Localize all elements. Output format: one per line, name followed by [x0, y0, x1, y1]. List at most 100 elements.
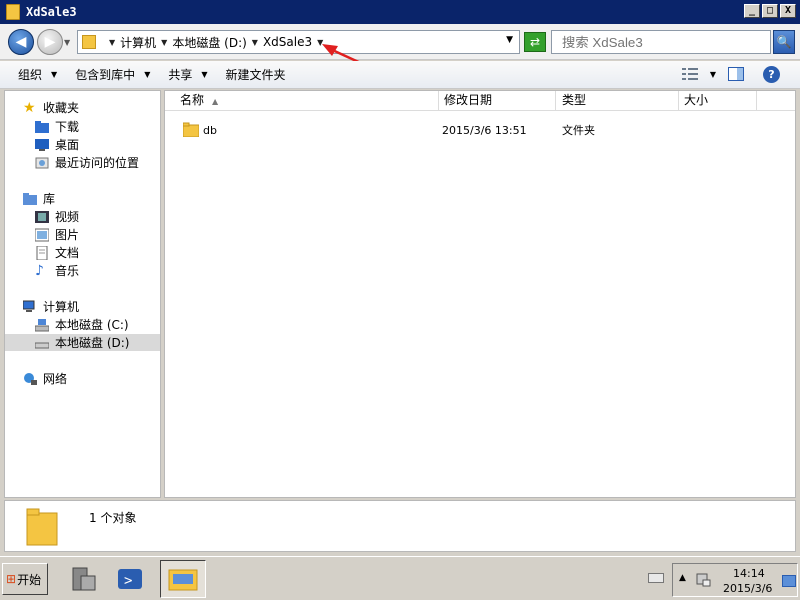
item-count: 1 个对象 — [89, 511, 137, 525]
maximize-button[interactable]: □ — [762, 4, 778, 18]
back-button[interactable]: ◀ — [8, 29, 34, 55]
start-button[interactable]: ⊞ 开始 — [2, 563, 48, 595]
breadcrumb-separator[interactable]: ▼ — [252, 38, 258, 47]
window-controls: _ □ X — [744, 4, 796, 18]
computer-icon — [23, 300, 35, 312]
network-icon — [24, 372, 37, 385]
clock-time[interactable]: 14:14 — [733, 567, 765, 580]
nav-favorites[interactable]: ★ 收藏夹 — [23, 99, 79, 116]
table-row[interactable]: db 2015/3/6 13:51 文件夹 — [165, 121, 795, 139]
column-header-name[interactable]: 名称 ▲ — [165, 91, 439, 111]
recent-places-icon — [35, 157, 49, 168]
pictures-icon — [35, 228, 49, 241]
include-in-library-label: 包含到库中 — [75, 68, 136, 82]
show-desktop-icon[interactable] — [782, 575, 796, 587]
command-bar: 组织 ▼ 包含到库中 ▼ 共享 ▼ 新建文件夹 ▼ ? — [0, 61, 800, 89]
folder-icon — [183, 122, 199, 137]
column-header-size[interactable]: 大小 — [679, 91, 757, 111]
search-button[interactable]: 🔍 — [773, 30, 795, 54]
column-modified-label: 修改日期 — [444, 93, 493, 107]
column-header-modified[interactable]: 修改日期 — [439, 91, 556, 111]
clock-date[interactable]: 2015/3/6 — [723, 582, 772, 595]
windows-logo-icon: ⊞ — [6, 572, 17, 586]
libraries-icon — [23, 192, 37, 205]
search-input[interactable] — [551, 30, 771, 54]
nav-network[interactable]: 网络 — [23, 370, 67, 387]
folder-icon — [82, 35, 96, 49]
help-icon[interactable]: ? — [763, 66, 780, 83]
folder-icon — [6, 4, 20, 20]
start-label: 开始 — [17, 572, 42, 587]
system-drive-icon — [35, 318, 49, 331]
nav-recent-places[interactable]: 最近访问的位置 — [35, 154, 139, 171]
nav-videos[interactable]: 视频 — [35, 208, 79, 225]
breadcrumb-separator[interactable]: ▼ — [161, 38, 167, 47]
explorer-icon — [168, 569, 198, 591]
breadcrumb-separator[interactable]: ▼ — [109, 38, 115, 47]
forward-button[interactable]: ▶ — [37, 29, 63, 55]
file-modified: 2015/3/6 13:51 — [442, 123, 527, 137]
organize-menu[interactable]: 组织 ▼ — [18, 66, 57, 83]
nav-drive-d[interactable]: 本地磁盘 (D:) — [5, 334, 160, 351]
window-title: XdSale3 — [26, 5, 77, 19]
music-note-icon: ♪ — [35, 262, 44, 279]
file-list: 名称 ▲ 修改日期 类型 大小 db 2015/3/6 13:51 文件夹 — [164, 90, 796, 498]
nav-label: 文档 — [55, 246, 80, 260]
nav-libraries[interactable]: 库 — [23, 190, 55, 207]
nav-drive-c[interactable]: 本地磁盘 (C:) — [35, 316, 129, 333]
breadcrumb-drive-d[interactable]: 本地磁盘 (D:) — [172, 34, 246, 51]
chevron-down-icon: ▼ — [144, 70, 151, 79]
chevron-down-icon: ▼ — [51, 70, 58, 79]
nav-music[interactable]: ♪ 音乐 — [35, 262, 79, 279]
navigation-pane: ★ 收藏夹 下载 桌面 最近访问的位置 库 视频 图片 文档 ♪ 音乐 计算机 … — [4, 90, 161, 498]
nav-label: 桌面 — [55, 138, 80, 152]
nav-label: 收藏夹 — [43, 101, 80, 115]
taskbar-powershell[interactable]: > — [110, 560, 150, 598]
nav-label: 视频 — [55, 210, 80, 224]
new-folder-button[interactable]: 新建文件夹 — [226, 66, 286, 83]
column-headers: 名称 ▲ 修改日期 类型 大小 — [165, 91, 795, 111]
share-menu[interactable]: 共享 ▼ — [168, 66, 207, 83]
taskbar-explorer[interactable] — [160, 560, 206, 598]
nav-label: 网络 — [43, 372, 68, 386]
nav-label: 音乐 — [55, 264, 80, 278]
recent-pages-dropdown[interactable]: ▼ — [64, 38, 70, 47]
svg-text:>: > — [124, 573, 132, 589]
nav-label: 计算机 — [43, 300, 80, 314]
nav-label: 本地磁盘 (D:) — [55, 336, 130, 350]
network-status-icon[interactable] — [695, 572, 711, 588]
title-bar: XdSale3 _ □ X — [0, 0, 800, 24]
nav-desktop[interactable]: 桌面 — [35, 136, 79, 153]
powershell-icon: > — [118, 569, 142, 589]
nav-label: 最近访问的位置 — [55, 156, 140, 170]
taskbar: ⊞ 开始 > ▲ 14:14 2015/3/6 — [0, 556, 800, 600]
organize-label: 组织 — [18, 68, 43, 82]
nav-label: 库 — [43, 192, 56, 206]
desktop-icon — [35, 138, 49, 151]
taskbar-server-manager[interactable] — [64, 560, 104, 598]
keyboard-icon[interactable] — [648, 571, 664, 585]
documents-icon — [36, 245, 48, 260]
minimize-button[interactable]: _ — [744, 4, 760, 18]
nav-downloads[interactable]: 下载 — [35, 118, 79, 135]
column-header-type[interactable]: 类型 — [556, 91, 679, 111]
chevron-down-icon: ▼ — [201, 70, 208, 79]
breadcrumb-computer[interactable]: 计算机 — [120, 34, 156, 51]
nav-pictures[interactable]: 图片 — [35, 226, 79, 243]
folder-icon — [26, 508, 58, 546]
preview-pane-icon[interactable] — [728, 67, 744, 81]
new-folder-label: 新建文件夹 — [225, 68, 286, 82]
view-options-icon[interactable] — [681, 67, 698, 81]
show-hidden-icons-button[interactable]: ▲ — [679, 573, 686, 583]
breadcrumb-xdsale3[interactable]: XdSale3 — [263, 35, 312, 49]
nav-documents[interactable]: 文档 — [35, 244, 79, 261]
address-bar[interactable]: ▼ 计算机 ▼ 本地磁盘 (D:) ▼ XdSale3 ▼ ▼ — [77, 30, 520, 54]
chevron-down-icon[interactable]: ▼ — [710, 70, 716, 79]
nav-computer[interactable]: 计算机 — [23, 298, 79, 315]
address-dropdown-button[interactable]: ▼ — [506, 35, 513, 45]
include-in-library-menu[interactable]: 包含到库中 ▼ — [75, 66, 150, 83]
column-type-label: 类型 — [562, 93, 587, 107]
refresh-button[interactable]: ⇄ — [524, 32, 546, 52]
close-button[interactable]: X — [780, 4, 796, 18]
nav-label: 图片 — [55, 228, 80, 242]
